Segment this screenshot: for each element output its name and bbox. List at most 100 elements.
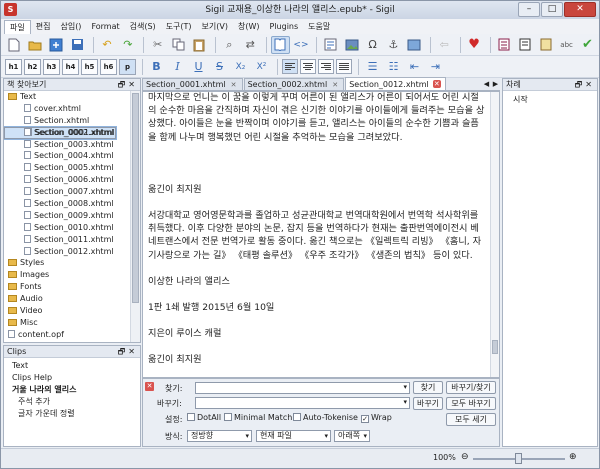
book-browser-item[interactable]: content.opf [4,329,130,341]
align-justify-icon[interactable] [336,59,352,74]
reports-icon[interactable] [536,36,555,54]
increase-indent-icon[interactable]: ⇥ [426,58,445,76]
book-browser-item[interactable]: Section_0006.xhtml [4,174,130,186]
maximize-button[interactable]: □ [541,2,563,17]
heading1-button[interactable]: h1 [5,58,22,75]
clip-item[interactable]: 주석 추가 [4,396,140,408]
undo-icon[interactable]: ↶ [98,36,117,54]
menu-insert[interactable]: 삽입() [55,20,86,33]
editor-paragraph[interactable]: 마지막으로 언니는 이 꿈을 이렇게 꾸며 어른이 된 앨리스가 어른이 되어서… [148,92,486,144]
wrap-checkbox[interactable]: ✓ Wrap [361,413,392,423]
look-direction-select[interactable]: 아래쪽 ▾ [334,430,370,442]
close-tab-icon[interactable]: ✕ [432,80,441,88]
add-file-icon[interactable] [47,36,66,54]
italic-icon[interactable]: I [168,58,187,76]
index-icon[interactable] [515,36,534,54]
book-view-icon[interactable] [270,35,290,54]
zoom-slider-handle[interactable] [515,453,522,464]
book-browser-item[interactable]: Section_0002.xhtml [4,127,130,139]
clip-item[interactable]: 글자 가운데 정렬 [4,408,140,420]
meta-editor-icon[interactable] [321,36,340,54]
find-button[interactable]: 찾기 [413,381,443,394]
checkbox-box[interactable] [224,413,232,421]
zoom-in-icon[interactable]: ⊕ [569,452,577,462]
tab-section-0002[interactable]: Section_0002.xhtml ✕ [243,78,345,90]
scroll-thumb[interactable] [492,340,498,354]
number-list-icon[interactable]: ☷ [384,58,403,76]
checkbox-box[interactable] [187,413,195,421]
book-browser-item[interactable]: Section_0007.xhtml [4,186,130,198]
book-browser-scrollbar[interactable] [130,91,140,342]
clip-item[interactable]: Text [4,360,140,372]
align-right-icon[interactable] [318,59,334,74]
book-browser-item[interactable]: Section_0009.xhtml [4,210,130,222]
heading3-button[interactable]: h3 [43,58,60,75]
align-center-icon[interactable] [300,59,316,74]
spellcheck-icon[interactable]: abc [557,36,576,54]
dock-buttons-icon[interactable]: 🗗✕ [118,346,138,358]
dropdown-arrow-icon[interactable]: ▾ [403,398,407,406]
new-file-icon[interactable] [5,36,24,54]
book-browser-item[interactable]: Text [4,91,130,103]
superscript-icon[interactable]: X² [252,58,271,76]
bookmark-icon[interactable] [405,36,424,54]
dropdown-arrow-icon[interactable]: ▾ [363,431,367,441]
cut-icon[interactable]: ✂ [148,36,167,54]
paste-icon[interactable] [190,36,209,54]
menu-tools[interactable]: 도구(T) [161,20,197,33]
auto-tokenise-checkbox[interactable]: Auto-Tokenise [293,413,358,422]
zoom-out-icon[interactable]: ⊖ [461,452,469,462]
menu-window[interactable]: 창(W) [233,20,265,33]
heading4-button[interactable]: h4 [62,58,79,75]
dropdown-arrow-icon[interactable]: ▾ [403,383,407,391]
scroll-thumb[interactable] [132,93,139,303]
editor-paragraph[interactable]: 옮긴이 최지원 [148,183,486,196]
editor-paragraph[interactable]: 이상한 나라의 앨리스 [148,275,486,288]
direction-select[interactable]: 정방향 ▾ [187,430,252,442]
book-browser-item[interactable]: Section_0005.xhtml [4,162,130,174]
underline-icon[interactable]: U [189,58,208,76]
link-icon[interactable]: ⚓ [384,36,403,54]
validate-icon[interactable]: ✔ [578,36,597,54]
replace-input[interactable]: ▾ [195,397,410,409]
save-icon[interactable] [68,36,87,54]
menu-search[interactable]: 검색(S) [125,20,161,33]
book-browser-item[interactable]: Section_0010.xhtml [4,222,130,234]
close-tab-icon[interactable]: ✕ [331,81,339,89]
book-browser-item[interactable]: Misc [4,317,130,329]
replace-button[interactable]: 바꾸기 [413,397,443,410]
heading6-button[interactable]: h6 [100,58,117,75]
minimal-match-checkbox[interactable]: Minimal Match [224,413,292,422]
heart-icon[interactable]: ♥ [465,36,484,54]
toc-item[interactable]: 시작 [513,94,528,105]
toc-icon[interactable] [495,36,514,54]
replace-icon[interactable]: ⇄ [241,36,260,54]
dock-buttons-icon[interactable]: 🗗✕ [575,79,595,91]
strikethrough-icon[interactable]: S [210,58,229,76]
book-browser-item[interactable]: Fonts [4,281,130,293]
align-left-icon[interactable] [282,59,298,74]
heading2-button[interactable]: h2 [24,58,41,75]
redo-icon[interactable]: ↷ [118,36,137,54]
menu-file[interactable]: 파일 [4,19,31,34]
clip-item[interactable]: 거울 나라의 앨리스 [4,384,140,396]
checkmark-icon[interactable]: ✓ [361,415,369,423]
close-find-icon[interactable]: ✕ [145,382,154,391]
decrease-indent-icon[interactable]: ⇤ [405,58,424,76]
editor-scrollbar[interactable] [490,92,499,377]
bullet-list-icon[interactable]: ☰ [363,58,382,76]
paragraph-button[interactable]: p [119,58,136,75]
tab-scroll-left-icon[interactable]: ◀ [482,78,491,90]
close-button[interactable]: ✕ [564,2,596,17]
book-browser-item[interactable]: cover.xhtml [4,103,130,115]
code-view-icon[interactable]: <> [292,36,311,54]
menu-format[interactable]: Format [86,20,124,33]
scope-select[interactable]: 현재 파일 ▾ [256,430,331,442]
back-icon[interactable]: ⇦ [435,36,454,54]
tab-scroll-right-icon[interactable]: ▶ [491,78,500,90]
menu-view[interactable]: 보기(V) [197,20,233,33]
book-browser-item[interactable]: Video [4,305,130,317]
special-char-icon[interactable]: Ω [363,36,382,54]
book-browser-item[interactable]: Section_0003.xhtml [4,139,130,151]
menu-edit[interactable]: 편집 [31,20,56,33]
